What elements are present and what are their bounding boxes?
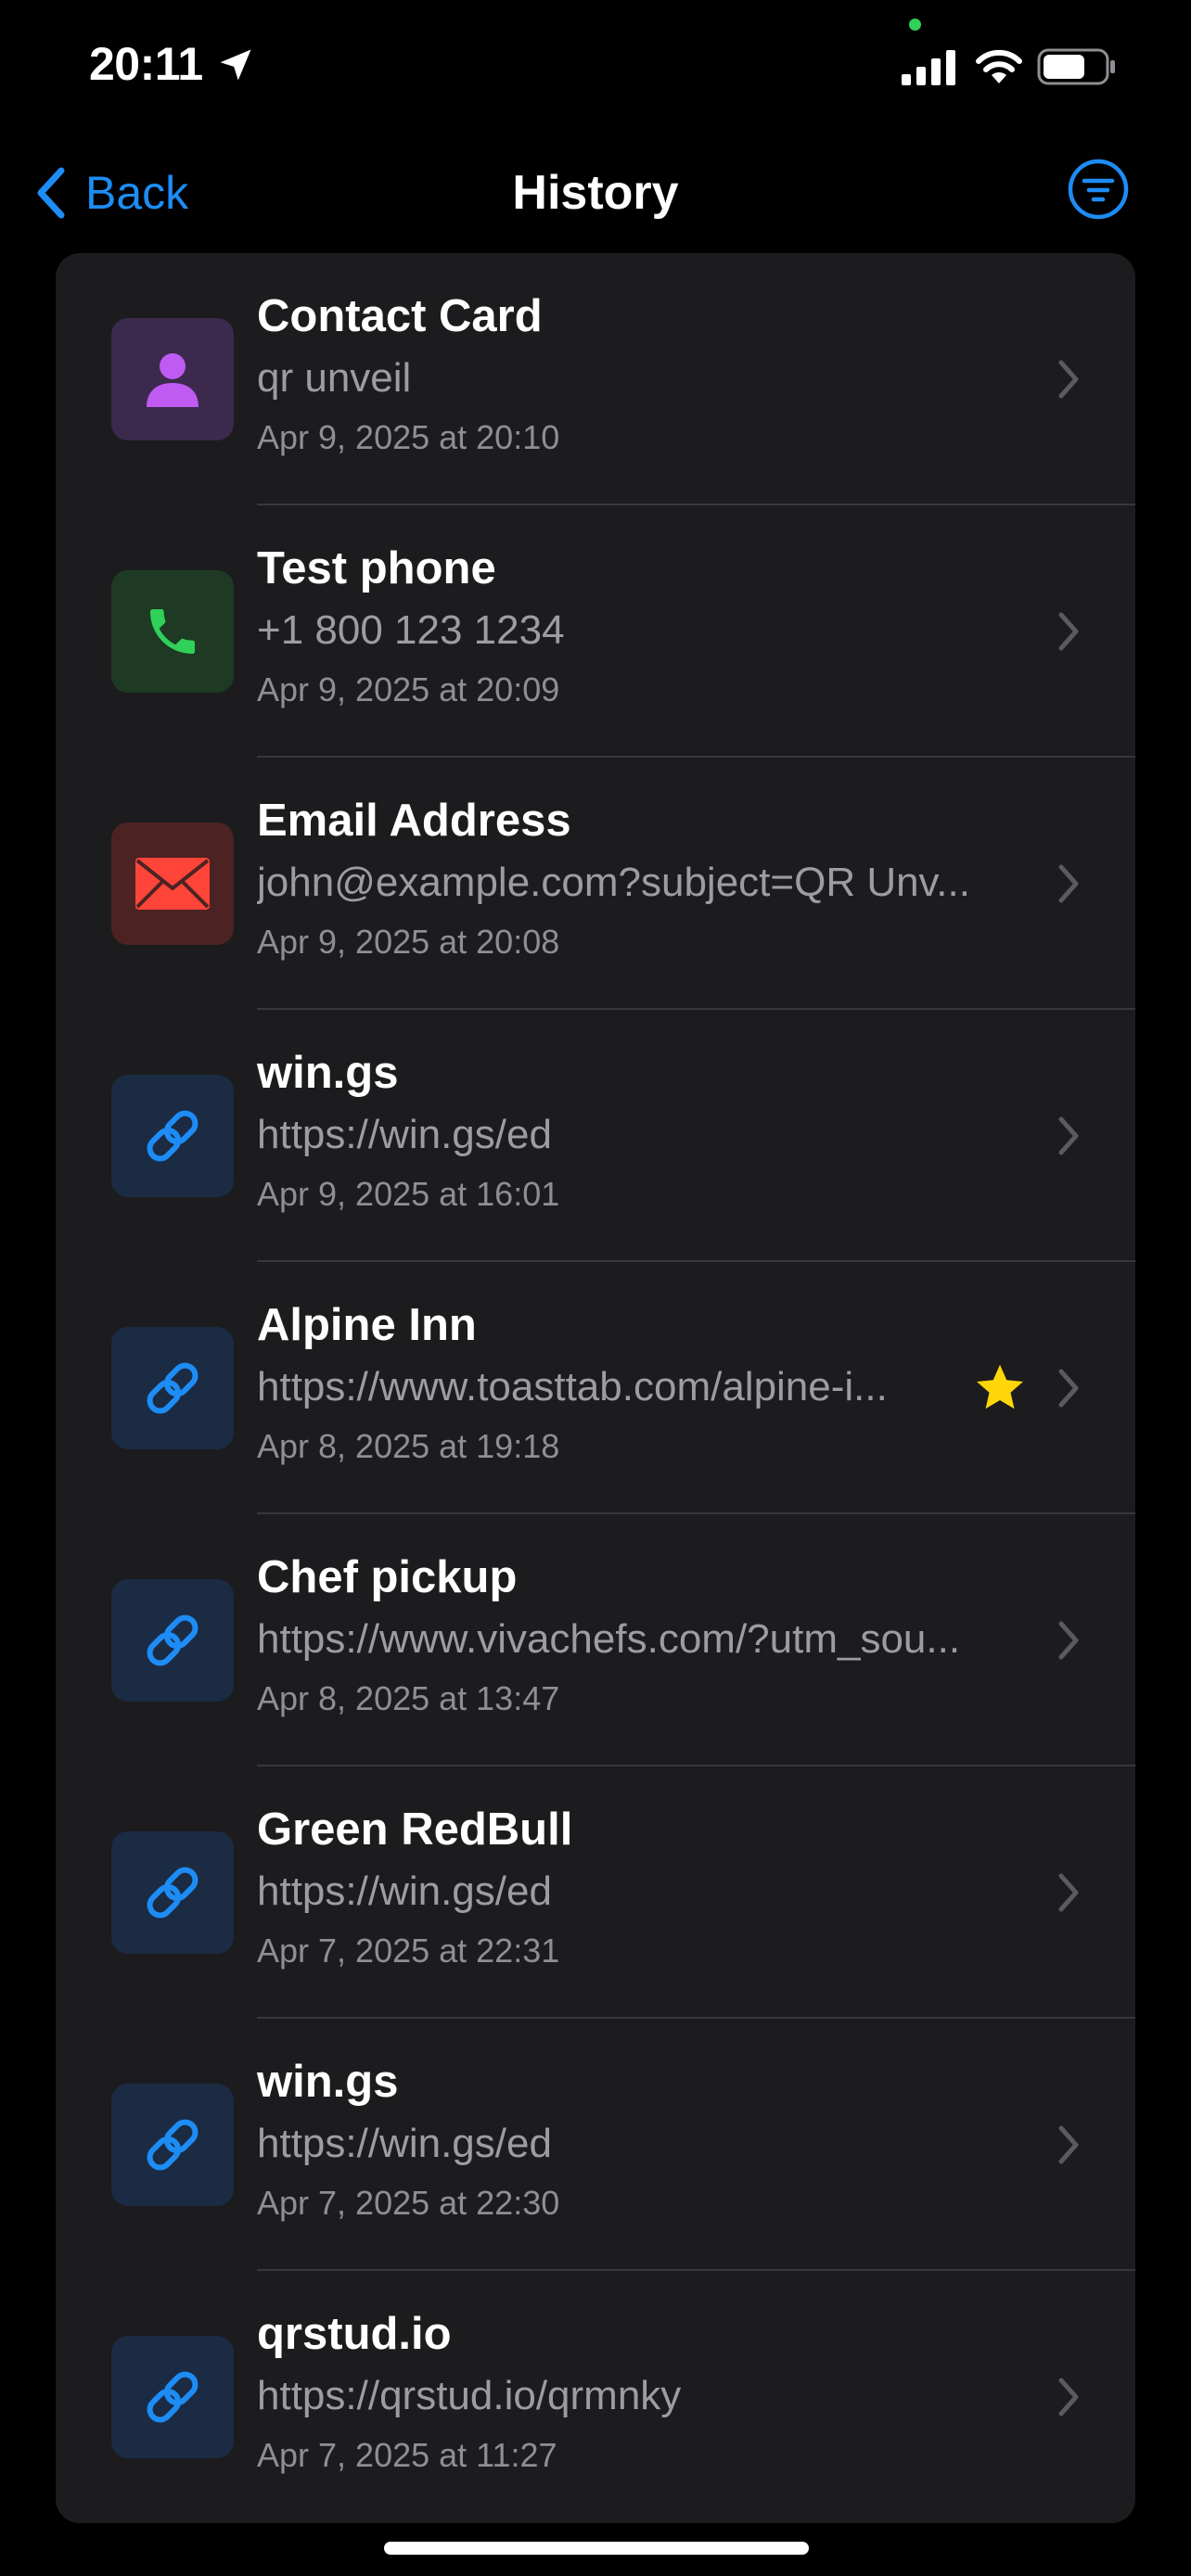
wifi-icon xyxy=(976,49,1022,83)
row-date: Apr 9, 2025 at 20:10 xyxy=(257,418,560,456)
privacy-indicator-dot xyxy=(909,19,921,31)
status-time: 20:11 xyxy=(89,38,203,90)
row-title: Chef pickup xyxy=(257,1552,518,1602)
row-subtitle: https://qrstud.io/qrmnky xyxy=(257,2373,682,2418)
link-icon-tile xyxy=(111,2084,234,2206)
row-date: Apr 7, 2025 at 22:30 xyxy=(257,2184,560,2222)
history-row[interactable]: qrstud.io https://qrstud.io/qrmnky Apr 7… xyxy=(56,2271,1135,2523)
history-row[interactable]: Email Address john@example.com?subject=Q… xyxy=(56,758,1135,1010)
phone-icon-tile xyxy=(111,570,234,693)
chevron-right-icon xyxy=(1058,2378,1079,2417)
row-subtitle: https://www.toasttab.com/alpine-i... xyxy=(257,1364,888,1409)
email-icon-tile xyxy=(111,823,234,945)
row-date: Apr 8, 2025 at 19:18 xyxy=(257,1427,560,1465)
link-icon-tile xyxy=(111,1579,234,1702)
row-subtitle: +1 800 123 1234 xyxy=(257,607,565,653)
row-title: win.gs xyxy=(257,1048,399,1098)
link-icon xyxy=(147,1110,198,1162)
chevron-right-icon xyxy=(1058,1369,1079,1408)
link-icon xyxy=(147,2119,198,2171)
link-icon-tile xyxy=(111,2336,234,2458)
contact-icon-tile xyxy=(111,318,234,440)
envelope-icon xyxy=(135,858,210,910)
row-subtitle: https://win.gs/ed xyxy=(257,2121,552,2166)
person-icon xyxy=(147,353,198,407)
location-arrow-icon xyxy=(220,49,251,81)
link-icon xyxy=(147,1614,198,1666)
link-icon xyxy=(147,1362,198,1414)
history-row[interactable]: Alpine Inn https://www.toasttab.com/alpi… xyxy=(56,1262,1135,1514)
link-icon-tile xyxy=(111,1327,234,1449)
row-date: Apr 9, 2025 at 16:01 xyxy=(257,1175,560,1213)
history-row[interactable]: Test phone +1 800 123 1234 Apr 9, 2025 a… xyxy=(56,505,1135,758)
row-subtitle: https://win.gs/ed xyxy=(257,1868,552,1914)
history-row[interactable]: Chef pickup https://www.vivachefs.com/?u… xyxy=(56,1514,1135,1766)
filter-icon[interactable] xyxy=(1067,158,1130,221)
link-icon xyxy=(147,2371,198,2423)
cellular-signal-icon xyxy=(902,50,955,85)
row-title: win.gs xyxy=(257,2057,399,2107)
navigation-bar: Back History xyxy=(0,148,1191,232)
row-date: Apr 7, 2025 at 22:31 xyxy=(257,1932,560,1970)
row-subtitle: https://win.gs/ed xyxy=(257,1112,552,1157)
chevron-right-icon xyxy=(1058,360,1079,399)
row-title: Alpine Inn xyxy=(257,1300,477,1350)
history-row[interactable]: win.gs https://win.gs/ed Apr 7, 2025 at … xyxy=(56,2019,1135,2271)
row-title: Contact Card xyxy=(257,291,543,341)
chevron-right-icon xyxy=(1058,1116,1079,1155)
phone-icon xyxy=(150,609,195,654)
chevron-right-icon xyxy=(1058,612,1079,651)
history-row[interactable]: Contact Card qr unveil Apr 9, 2025 at 20… xyxy=(56,253,1135,505)
row-date: Apr 9, 2025 at 20:09 xyxy=(257,670,560,708)
chevron-right-icon xyxy=(1058,1621,1079,1660)
link-icon xyxy=(147,1867,198,1919)
home-indicator[interactable] xyxy=(384,2542,809,2555)
chevron-right-icon xyxy=(1058,1873,1079,1912)
page-title: History xyxy=(512,166,679,220)
history-row[interactable]: win.gs https://win.gs/ed Apr 9, 2025 at … xyxy=(56,1010,1135,1262)
row-date: Apr 8, 2025 at 13:47 xyxy=(257,1679,560,1717)
row-title: qrstud.io xyxy=(257,2309,452,2359)
chevron-right-icon xyxy=(1058,2125,1079,2164)
battery-icon xyxy=(1037,48,1115,85)
row-subtitle: qr unveil xyxy=(257,355,412,401)
link-icon-tile xyxy=(111,1831,234,1954)
star-icon[interactable] xyxy=(972,1362,1028,1416)
history-list: Contact Card qr unveil Apr 9, 2025 at 20… xyxy=(56,253,1135,2523)
row-date: Apr 9, 2025 at 20:08 xyxy=(257,923,560,961)
chevron-right-icon xyxy=(1058,864,1079,903)
row-subtitle: https://www.vivachefs.com/?utm_sou... xyxy=(257,1616,961,1662)
row-title: Green RedBull xyxy=(257,1804,573,1855)
row-date: Apr 7, 2025 at 11:27 xyxy=(257,2436,557,2474)
link-icon-tile xyxy=(111,1075,234,1197)
status-bar: 20:11 xyxy=(0,0,1191,139)
history-row[interactable]: Green RedBull https://win.gs/ed Apr 7, 2… xyxy=(56,1766,1135,2019)
row-title: Test phone xyxy=(257,543,496,593)
row-subtitle: john@example.com?subject=QR Unv... xyxy=(257,860,970,905)
row-title: Email Address xyxy=(257,796,571,846)
